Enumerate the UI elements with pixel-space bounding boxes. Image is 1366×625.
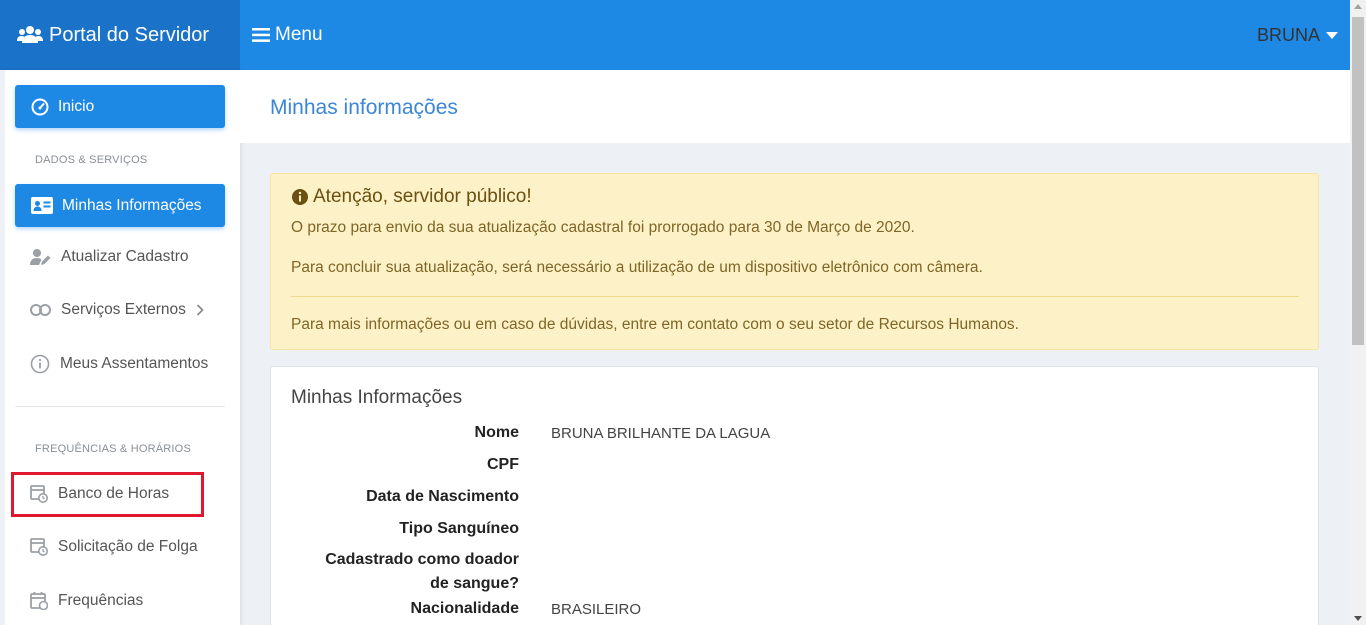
user-menu[interactable]: BRUNA [1257,0,1338,70]
sidebar-divider [15,406,225,407]
calendar-clock-icon [30,538,48,556]
sidebar-item-label: Atualizar Cadastro [61,248,189,265]
alert-box: Atenção, servidor público! O prazo para … [270,173,1319,350]
user-edit-icon [30,249,51,265]
sidebar-item-label: Frequências [58,591,144,609]
sidebar-item-minhas-informacoes[interactable]: Minhas Informações [15,184,225,227]
info-circle-icon [30,354,50,374]
user-name: BRUNA [1256,24,1320,45]
sidebar-item-frequencias[interactable]: Frequências [30,591,143,610]
cpf-label: CPF [487,456,519,473]
sidebar-item-label: Minhas Informações [62,196,202,214]
sidebar-item-label: Serviços Externos [61,301,186,318]
highlight-box [11,472,204,517]
sidebar-item-atualizar-cadastro[interactable]: Atualizar Cadastro [30,248,189,266]
info-circle-icon [292,189,308,205]
alert-line-3: Para mais informações ou em caso de dúvi… [291,316,1019,333]
sidebar-item-label: Meus Assentamentos [60,355,209,372]
page-header: Minhas informações [240,70,1350,143]
card-title: Minhas Informações [291,387,463,408]
hamburger-icon [252,28,270,42]
calendar-check-icon [30,592,48,610]
info-card: Minhas Informações Nome BRUNA BRILHANTE … [270,366,1319,625]
alert-divider [291,296,1299,297]
sidebar-item-inicio[interactable]: Inicio [15,85,225,128]
alert-title: Atenção, servidor público! [291,186,532,208]
doador-label-line-2: de sangue? [430,575,519,592]
menu-button[interactable]: Menu [252,24,323,46]
top-bar: Menu [240,0,1350,70]
nascimento-label: Data de Nascimento [366,488,519,505]
menu-label: Menu [275,24,323,45]
scroll-thumb[interactable] [1352,17,1364,345]
section-label-dados: DADOS & SERVIÇOS [35,154,148,166]
alert-line-2: Para concluir sua atualização, será nece… [291,259,983,276]
dashboard-icon [31,98,49,115]
alert-title-text: Atenção, servidor público! [313,186,532,207]
brand[interactable]: Portal do Servidor [0,0,240,70]
scrollbar[interactable] [1350,0,1366,625]
users-icon [17,26,43,43]
sidebar-item-label: Inicio [58,97,95,115]
alert-line-1: O prazo para envio da sua atualização ca… [291,219,915,236]
scroll-up-arrow-icon[interactable] [1354,4,1362,9]
sidebar-item-solicitacao-de-folga[interactable]: Solicitação de Folga [30,538,198,556]
sidebar-item-label: Solicitação de Folga [58,538,198,555]
link-icon [30,304,51,316]
sidebar-item-meus-assentamentos[interactable]: Meus Assentamentos [30,354,208,374]
doador-label-line-1: Cadastrado como doador [325,551,519,568]
nacionalidade-label: Nacionalidade [410,600,519,617]
sidebar: Inicio DADOS & SERVIÇOS Minhas Informaçõ… [0,70,240,625]
tipo-sanguineo-label: Tipo Sanguíneo [399,520,519,537]
caret-down-icon [1326,31,1338,39]
section-label-frequencias: FREQUÊNCIAS & HORÁRIOS [35,443,191,455]
scroll-down-arrow-icon[interactable] [1354,616,1362,621]
nacionalidade-value: BRASILEIRO [551,601,642,618]
sidebar-item-servicos-externos[interactable]: Serviços Externos [30,301,214,319]
page-title: Minhas informações [270,96,458,119]
id-card-icon [31,197,53,214]
nome-value: BRUNA BRILHANTE DA LAGUA [551,425,771,442]
brand-title: Portal do Servidor [49,23,210,46]
nome-label: Nome [474,424,519,441]
chevron-right-icon [196,304,204,316]
